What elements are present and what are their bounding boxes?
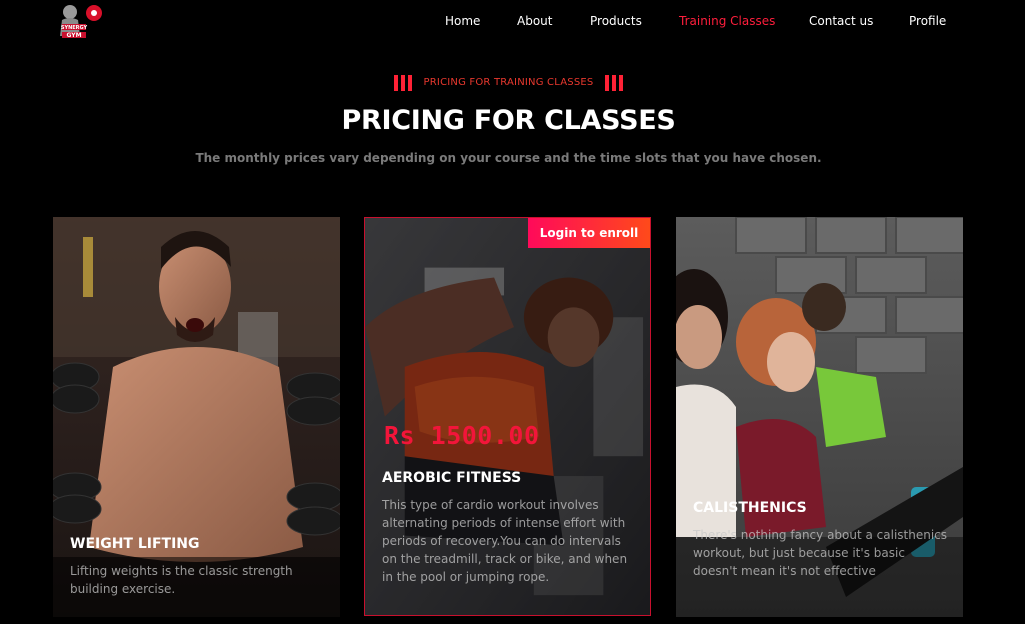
nav-products[interactable]: Products: [590, 13, 642, 29]
bars-icon: [604, 74, 623, 91]
nav-contact-us[interactable]: Contact us: [809, 13, 873, 29]
class-card-weight-lifting[interactable]: WEIGHT LIFTING Lifting weights is the cl…: [53, 217, 340, 617]
card-description: Lifting weights is the classic strength …: [70, 564, 293, 596]
bars-icon: [394, 74, 413, 91]
card-description: This type of cardio workout involves alt…: [382, 498, 628, 584]
kicker-text: PRICING FOR TRAINING CLASSES: [423, 77, 594, 88]
logo-text-2: GYM: [66, 32, 81, 39]
nav-home[interactable]: Home: [445, 13, 480, 29]
nav-training-classes[interactable]: Training Classes: [679, 13, 775, 29]
main-nav: Home About Products Training Classes Con…: [0, 13, 1025, 33]
section-kicker: PRICING FOR TRAINING CLASSES: [0, 72, 1017, 91]
page-title: PRICING FOR CLASSES: [341, 105, 676, 136]
nav-about[interactable]: About: [517, 13, 552, 29]
nav-profile[interactable]: Profile: [909, 13, 946, 29]
card-title: AEROBIC FITNESS: [382, 470, 522, 486]
card-description: There's nothing fancy about a calistheni…: [693, 528, 948, 578]
class-card-aerobic-fitness[interactable]: Login to enroll Rs 1500.00 AEROBIC FITNE…: [364, 217, 651, 616]
card-title: WEIGHT LIFTING: [70, 536, 200, 552]
page-subtitle: The monthly prices vary depending on you…: [195, 151, 822, 165]
class-price: Rs 1500.00: [384, 421, 540, 450]
class-card-calisthenics[interactable]: CALISTHENICS There's nothing fancy about…: [676, 217, 963, 617]
card-title: CALISTHENICS: [693, 500, 807, 516]
login-to-enroll-button[interactable]: Login to enroll: [528, 218, 650, 248]
weight-lifting-photo: [53, 217, 340, 617]
